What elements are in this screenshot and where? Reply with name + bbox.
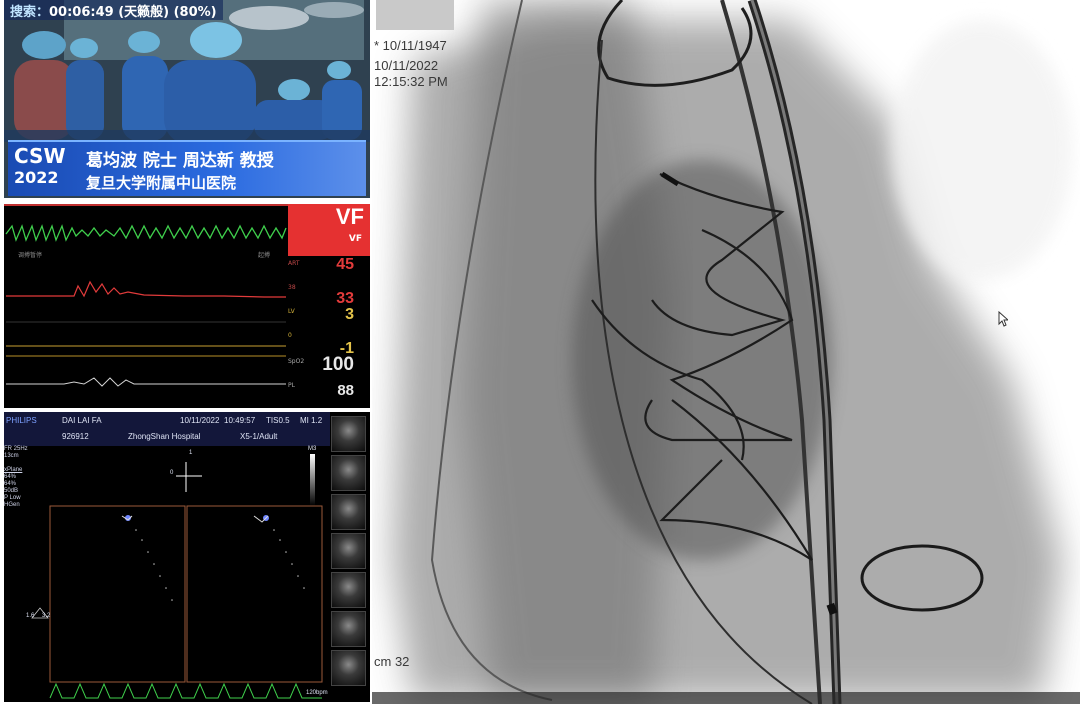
echo-plane-right-value: 3.2 xyxy=(42,613,51,619)
rhythm-value: VF xyxy=(335,204,364,229)
ecg-waveform xyxy=(5,224,287,242)
echo-thumbnail[interactable] xyxy=(331,611,366,647)
pr-label: PL xyxy=(288,382,295,389)
fluoro-bottom-edge xyxy=(372,692,1080,704)
echo-thumbnail[interactable] xyxy=(331,455,366,491)
patient-id-redaction xyxy=(376,0,454,30)
echo-bpm: 120bpm xyxy=(306,690,328,696)
echo-thumbnail[interactable] xyxy=(331,572,366,608)
vital-monitor-panel: VF VF 调搏暂停 起搏 ART 45 38 33 LV 3 0 -1 SpO… xyxy=(4,204,370,408)
logo-text: CSW xyxy=(14,144,66,168)
right-lung-field xyxy=(892,20,1072,280)
echo-plane-left-value: 1.6 xyxy=(26,613,35,619)
fluoro-time: 12:15:32 PM xyxy=(374,74,448,89)
spo2-label: SpO2 xyxy=(288,358,305,365)
caption-hospital: 复旦大学附属中山医院 xyxy=(86,174,237,192)
plane-right-dots xyxy=(273,529,305,589)
waveform-area xyxy=(5,224,287,387)
ventricle-shadow xyxy=(572,160,832,560)
fluoro-dob: * 10/11/1947 xyxy=(374,38,447,53)
echo-thumbnail[interactable] xyxy=(331,416,366,452)
echo-thumbnail[interactable] xyxy=(331,533,366,569)
echo-thumbnail[interactable] xyxy=(331,650,366,686)
ecg-note: 调搏暂停 xyxy=(18,252,43,259)
search-value: 00:06:49 (天籁般) (80%) xyxy=(49,5,217,20)
echo-thumbnail[interactable] xyxy=(331,494,366,530)
grayscale-bar xyxy=(310,454,315,506)
echo-ultrasound-panel: PHILIPS DAI LAI FA 926912 10/11/2022 10:… xyxy=(4,412,370,702)
screen-root: 搜索：00:06:49 (天籁般) (80%) CSW 2022 葛均波 院士 … xyxy=(0,0,1080,704)
plane-left-frame xyxy=(49,505,186,683)
echo-marker-top: 1 xyxy=(189,450,193,456)
spo2-waveform xyxy=(6,377,286,387)
echo-scale-label: M3 xyxy=(308,446,317,452)
plane-right-frame xyxy=(186,505,323,683)
search-progress-bar[interactable]: 搜索：00:06:49 (天籁般) (80%) xyxy=(4,0,223,20)
caption-speakers: 葛均波 院士 周达新 教授 xyxy=(86,151,274,171)
fluoroscopy-image xyxy=(372,0,1080,704)
logo-year: 2022 xyxy=(14,168,59,187)
surgery-video-panel[interactable]: 搜索：00:06:49 (天籁般) (80%) CSW 2022 葛均波 院士 … xyxy=(4,0,370,198)
fluoro-date: 10/11/2022 xyxy=(374,58,439,73)
mouse-cursor-icon xyxy=(998,311,1008,327)
spo2-value: 100 xyxy=(322,354,354,375)
paced-label: 起搏 xyxy=(258,252,271,259)
echo-ecg-waveform xyxy=(49,682,322,699)
echo-thumbnail-strip[interactable] xyxy=(331,416,368,702)
art2-label: 38 xyxy=(288,284,296,291)
lv-label: LV xyxy=(288,308,295,315)
pr-value: 88 xyxy=(337,382,354,399)
search-label: 搜索： xyxy=(10,5,50,20)
plane-left-dots xyxy=(135,529,173,601)
csw-logo: CSW 2022 xyxy=(14,144,74,194)
art-waveform xyxy=(6,280,286,298)
zero-label: 0 xyxy=(288,332,292,339)
lv-value: 3 xyxy=(345,306,354,323)
fluoro-scale: cm 32 xyxy=(374,654,410,669)
echo-image-area xyxy=(31,454,323,699)
art-value: 45 xyxy=(336,256,354,273)
rhythm-alarm-box: VF VF xyxy=(288,204,370,256)
fluoroscopy-view[interactable]: * 10/11/1947 10/11/2022 12:15:32 PM cm 3… xyxy=(372,0,1080,704)
caption-banner: CSW 2022 葛均波 院士 周达新 教授 复旦大学附属中山医院 xyxy=(8,140,366,196)
echo-marker-left: 0 xyxy=(170,470,174,476)
art-label: ART xyxy=(288,260,300,267)
rhythm-subvalue: VF xyxy=(348,234,362,244)
